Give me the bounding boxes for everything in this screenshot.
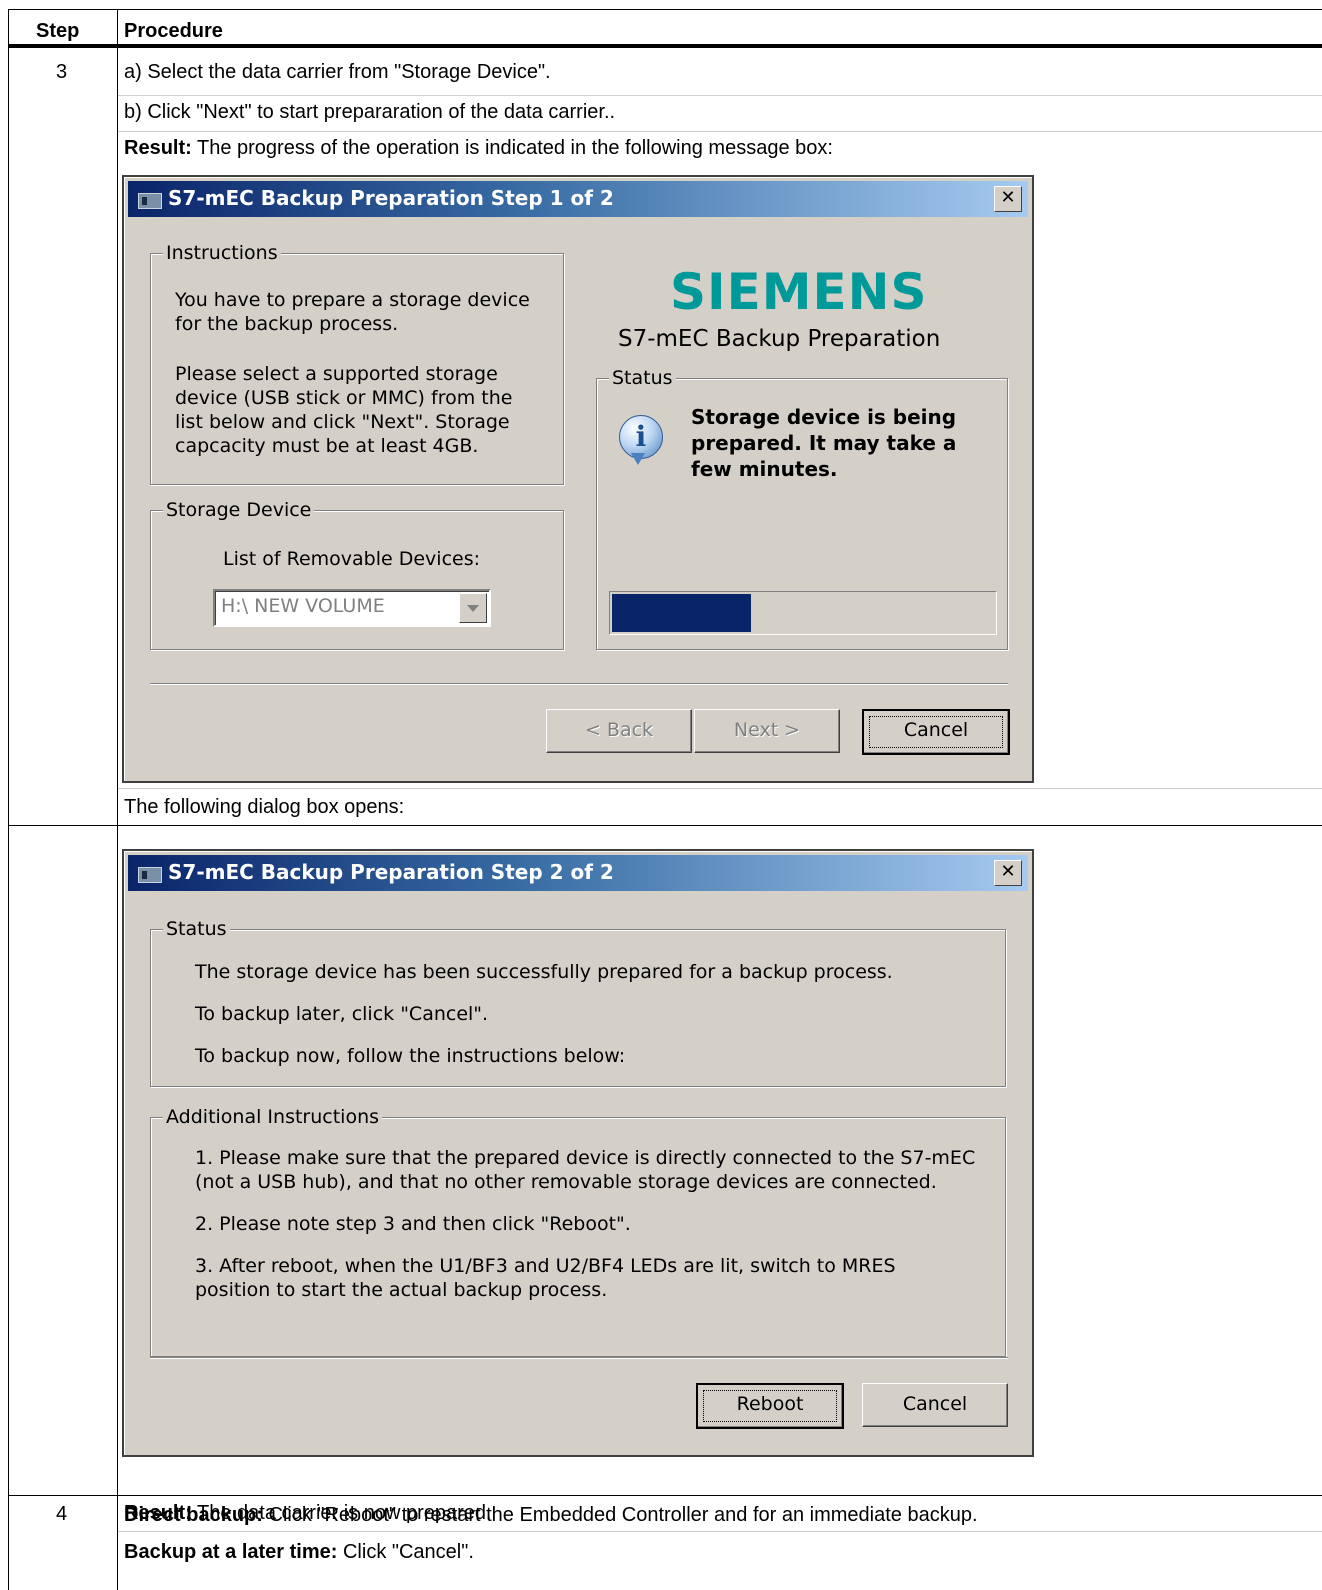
procedure-after-dialog: The following dialog box opens: — [124, 796, 405, 818]
row4-direct-backup-line: Direct backup: Click "Reboot" to restart… — [124, 1504, 978, 1526]
table-subrow-line — [118, 95, 1322, 96]
progress-bar-fill — [612, 594, 751, 632]
instruction-line: 2. Please note step 3 and then click "Re… — [195, 1213, 631, 1235]
dialog-title: S7-mEC Backup Preparation Step 1 of 2 — [168, 186, 614, 210]
storage-device-group: Storage Device List of Removable Devices… — [150, 498, 564, 650]
instruction-line: 1. Please make sure that the prepared de… — [195, 1147, 976, 1169]
progress-bar — [609, 591, 997, 635]
header-procedure: Procedure — [124, 20, 223, 42]
procedure-result: Result: The progress of the operation is… — [124, 137, 833, 159]
app-window-icon — [138, 193, 162, 209]
additional-instructions-legend: Additional Instructions — [163, 1105, 383, 1129]
instruction-line: position to start the actual backup proc… — [195, 1279, 608, 1301]
status-group: Status The storage device has been succe… — [150, 917, 1006, 1087]
focus-rect — [869, 716, 1003, 748]
step-number: 4 — [56, 1503, 68, 1525]
focus-rect — [703, 1390, 837, 1422]
status-text-line: To backup later, click "Cancel". — [195, 1003, 489, 1025]
instructions-text-line: device (USB stick or MMC) from the — [175, 387, 513, 409]
cancel-button[interactable]: Cancel — [862, 1383, 1008, 1427]
dialog-titlebar[interactable]: S7-mEC Backup Preparation Step 1 of 2 ✕ — [128, 181, 1028, 217]
table-subrow-line — [118, 131, 1322, 132]
cancel-button[interactable]: Cancel — [862, 709, 1010, 755]
app-window-icon — [138, 867, 162, 883]
table-header-separator — [8, 44, 1322, 48]
storage-device-value: H:\ NEW VOLUME — [221, 595, 385, 617]
status-text-line: The storage device has been successfully… — [195, 961, 893, 983]
instructions-group: Instructions You have to prepare a stora… — [150, 241, 564, 485]
instruction-line: (not a USB hub), and that no other remov… — [195, 1171, 937, 1193]
back-button[interactable]: < Back — [546, 709, 692, 753]
storage-device-legend: Storage Device — [163, 498, 315, 522]
status-group: Status i Storage device is being prepare… — [596, 366, 1008, 650]
instructions-text-line: You have to prepare a storage device — [175, 289, 530, 311]
close-button[interactable]: ✕ — [994, 186, 1022, 212]
status-message-line: prepared. It may take a — [691, 431, 957, 455]
instructions-text-line: for the backup process. — [175, 313, 399, 335]
instructions-text-line: capcacity must be at least 4GB. — [175, 435, 479, 457]
close-icon: ✕ — [1000, 861, 1016, 882]
backup-preparation-dialog-step2: S7-mEC Backup Preparation Step 2 of 2 ✕ … — [122, 849, 1034, 1457]
procedure-line-a: a) Select the data carrier from "Storage… — [124, 61, 551, 83]
table-border-left — [8, 9, 9, 1590]
dialog-separator — [150, 683, 1008, 685]
dialog-title: S7-mEC Backup Preparation Step 2 of 2 — [168, 860, 614, 884]
product-name: S7-mEC Backup Preparation — [618, 326, 941, 352]
status-text-line: To backup now, follow the instructions b… — [195, 1045, 626, 1067]
close-icon: ✕ — [1000, 187, 1016, 208]
siemens-logo: SIEMENS — [670, 263, 928, 321]
table-subrow-line — [118, 788, 1322, 789]
storage-device-select[interactable]: H:\ NEW VOLUME — [213, 589, 491, 627]
dialog-separator — [150, 1357, 1008, 1359]
next-button[interactable]: Next > — [694, 709, 840, 753]
table-row-separator — [8, 1495, 1322, 1496]
step-number: 3 — [56, 61, 68, 83]
additional-instructions-group: Additional Instructions 1. Please make s… — [150, 1105, 1006, 1357]
table-border-top — [8, 9, 1322, 10]
backup-preparation-dialog-step1: S7-mEC Backup Preparation Step 1 of 2 ✕ … — [122, 175, 1034, 783]
instructions-legend: Instructions — [163, 241, 281, 265]
row4-backup-later-line: Backup at a later time: Click "Cancel". — [124, 1541, 474, 1563]
info-icon-tail — [631, 453, 645, 465]
status-legend: Status — [163, 917, 230, 941]
procedure-line-b: b) Click "Next" to start prepararation o… — [124, 101, 616, 123]
status-message-line: Storage device is being — [691, 405, 957, 429]
close-button[interactable]: ✕ — [994, 860, 1022, 886]
instructions-text-line: list below and click "Next". Storage — [175, 411, 510, 433]
header-step: Step — [36, 20, 80, 42]
status-message-line: few minutes. — [691, 457, 838, 481]
instructions-text-line: Please select a supported storage — [175, 363, 498, 385]
table-subrow-line — [118, 1531, 1322, 1532]
table-column-separator — [117, 9, 118, 1590]
chevron-down-icon[interactable] — [459, 593, 487, 623]
removable-devices-label: List of Removable Devices: — [223, 548, 481, 570]
reboot-button[interactable]: Reboot — [696, 1383, 844, 1429]
dialog-titlebar[interactable]: S7-mEC Backup Preparation Step 2 of 2 ✕ — [128, 855, 1028, 891]
status-legend: Status — [609, 366, 676, 390]
table-row-separator — [8, 825, 1322, 826]
instruction-line: 3. After reboot, when the U1/BF3 and U2/… — [195, 1255, 896, 1277]
